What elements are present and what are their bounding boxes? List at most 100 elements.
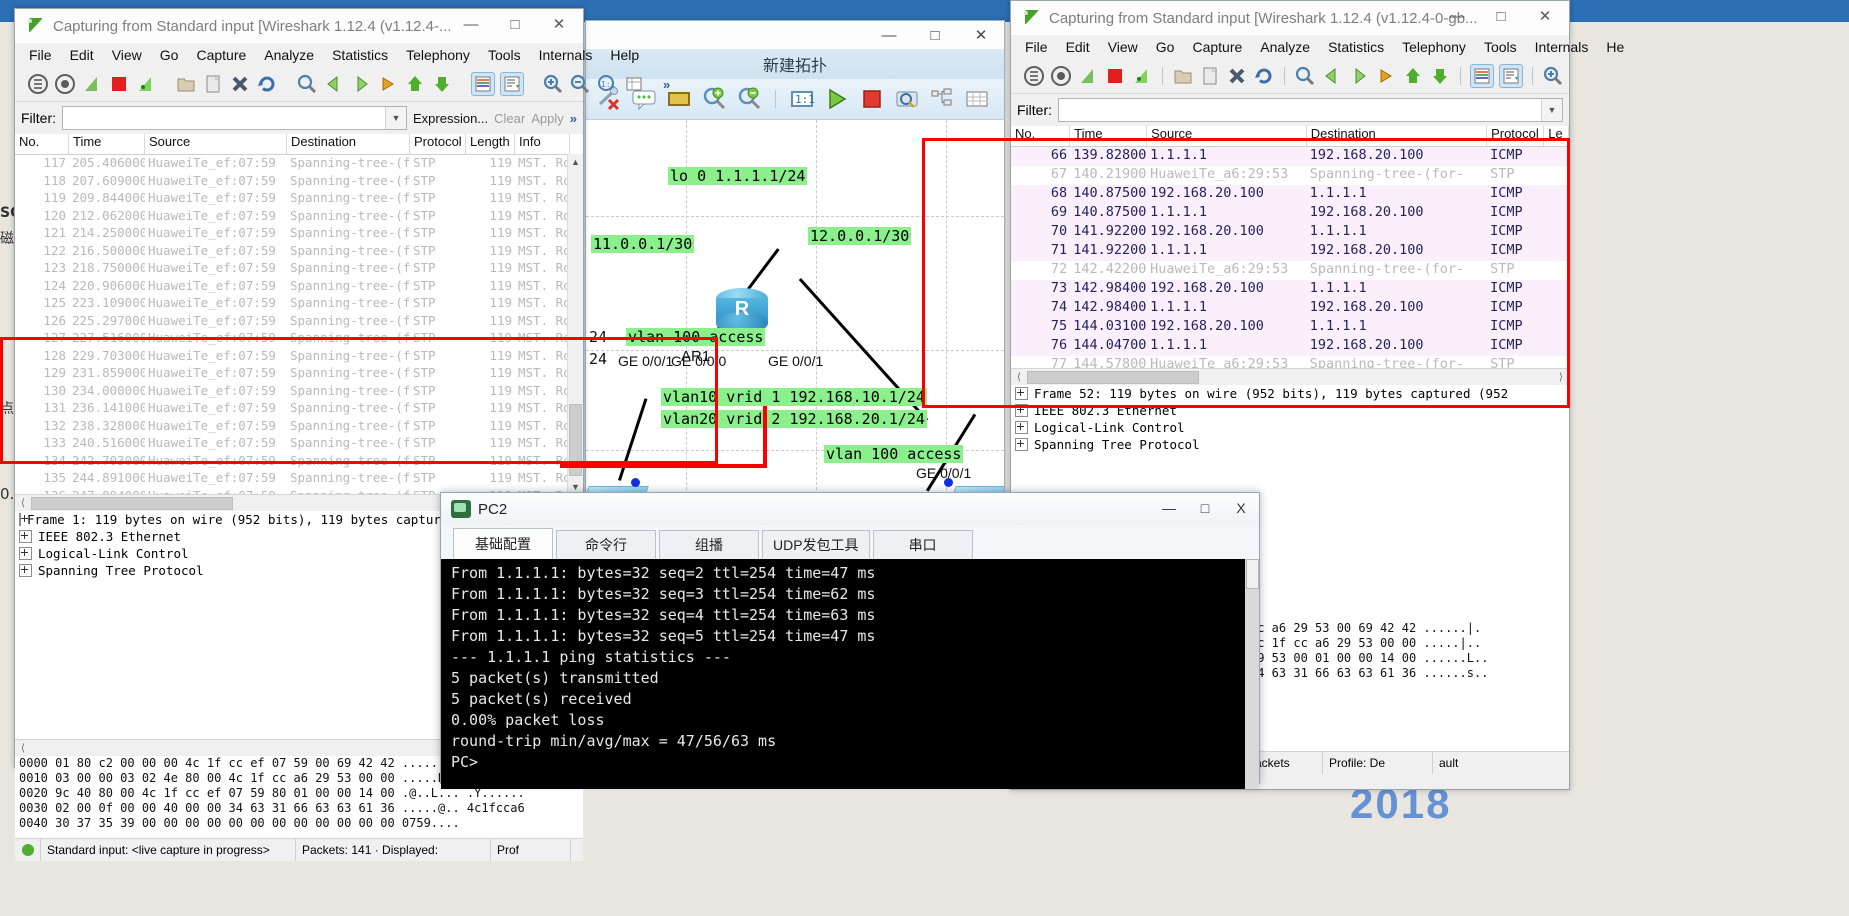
scroll-left-icon[interactable]: ⟨	[15, 498, 31, 509]
column-destination[interactable]: Destination	[1307, 126, 1488, 146]
terminal-scroll-thumb[interactable]	[1246, 559, 1259, 589]
packet-list-left[interactable]: No. Time Source Destination Protocol Len…	[15, 134, 583, 494]
expand-icon[interactable]	[1015, 421, 1028, 434]
table-row[interactable]: 124 220.906000 HuaweiTe_ef:07:59 Spanning-t…	[15, 277, 583, 295]
table-row[interactable]: 129 231.859000 HuaweiTe_ef:07:59 Spanning-t…	[15, 365, 583, 383]
minimize-button[interactable]: —	[449, 9, 493, 39]
stop-capture-icon[interactable]	[1050, 65, 1072, 87]
menu-edit[interactable]: Edit	[1066, 39, 1090, 55]
find-packet-icon[interactable]	[296, 73, 318, 95]
menu-statistics[interactable]: Statistics	[332, 47, 388, 63]
menu-internals[interactable]: Internals	[539, 47, 593, 63]
device-tree-icon[interactable]	[929, 86, 955, 112]
table-row[interactable]: 69 140.875000 1.1.1.1 192.168.20.100 ICMP	[1011, 204, 1569, 223]
auto-scroll-icon[interactable]	[1499, 64, 1523, 88]
tab-command-line[interactable]: 命令行	[556, 530, 656, 559]
go-to-packet-icon[interactable]	[1375, 65, 1397, 87]
ensp-maximize-button[interactable]: □	[912, 22, 958, 48]
save-file-icon[interactable]	[1199, 65, 1221, 87]
colorize-icon[interactable]	[1470, 64, 1494, 88]
menu-analyze[interactable]: Analyze	[264, 47, 314, 63]
apply-button[interactable]: Apply	[531, 111, 564, 126]
table-row[interactable]: 120 212.062000 HuaweiTe_ef:07:59 Spanning-t…	[15, 207, 583, 225]
wireshark-right-menubar[interactable]: File Edit View Go Capture Analyze Statis…	[1011, 35, 1624, 59]
close-button[interactable]: ✕	[537, 9, 581, 39]
wireshark-left-filterbar[interactable]: Filter: ▼ Expression... Clear Apply »	[15, 102, 583, 134]
pc2-terminal[interactable]: From 1.1.1.1: bytes=32 seq=2 ttl=254 tim…	[441, 559, 1259, 789]
menu-capture[interactable]: Capture	[1192, 39, 1242, 55]
go-to-packet-icon[interactable]	[377, 73, 399, 95]
table-row[interactable]: 75 144.031000 192.168.20.100 1.1.1.1 ICMP	[1011, 318, 1569, 337]
stop-device-icon[interactable]	[859, 86, 885, 112]
hscroll-thumb[interactable]	[31, 496, 233, 510]
ensp-close-button[interactable]: ✕	[958, 22, 1004, 48]
column-length[interactable]: Le	[1544, 126, 1569, 146]
topology-canvas[interactable]: R ❊ ❊ lo 0 1.1.1.1/24 11.0.0.1/30 12.0.0…	[586, 120, 1004, 495]
save-file-icon[interactable]	[202, 73, 224, 95]
reload-icon[interactable]	[256, 73, 278, 95]
capture-status-icon[interactable]	[15, 839, 41, 861]
scroll-right-icon[interactable]: ⟩	[1553, 372, 1569, 383]
packet-list-right[interactable]: No. Time Source Destination Protocol Le …	[1011, 126, 1569, 368]
column-no[interactable]: No.	[15, 134, 69, 154]
packet-list-hscroll-right[interactable]: ⟨ ⟩	[1011, 368, 1569, 385]
minimize-button[interactable]: —	[1151, 493, 1187, 523]
expand-icon[interactable]	[1015, 404, 1028, 417]
auto-scroll-icon[interactable]	[500, 72, 524, 96]
tab-serial[interactable]: 串口	[872, 530, 973, 559]
go-forward-icon[interactable]	[1348, 65, 1370, 87]
tab-basic-config[interactable]: 基础配置	[453, 528, 553, 559]
chevron-down-icon[interactable]: ▼	[1541, 99, 1562, 121]
table-row[interactable]: 71 141.922000 1.1.1.1 192.168.20.100 ICMP	[1011, 242, 1569, 261]
menu-help[interactable]: Help	[610, 47, 639, 63]
stop-capture-icon[interactable]	[54, 73, 76, 95]
table-row[interactable]: 122 216.500000 HuaweiTe_ef:07:59 Spanning-t…	[15, 242, 583, 260]
detail-llc[interactable]: Logical-Link Control	[1011, 419, 1569, 436]
menu-view[interactable]: View	[1108, 39, 1138, 55]
ensp-minimize-button[interactable]: —	[866, 22, 912, 48]
start-capture-icon[interactable]	[27, 73, 49, 95]
wireshark-left-titlebar[interactable]: Capturing from Standard input [Wireshark…	[15, 9, 583, 43]
expand-icon[interactable]	[19, 513, 28, 526]
table-row[interactable]: 131 236.141000 HuaweiTe_ef:07:59 Spanning-t…	[15, 400, 583, 418]
expand-icon[interactable]	[1015, 438, 1028, 451]
go-back-icon[interactable]	[1321, 65, 1343, 87]
packet-list-header[interactable]: No. Time Source Destination Protocol Len…	[15, 134, 583, 155]
wireshark-left-toolbar[interactable]: 1:1 »	[15, 67, 670, 102]
table-row[interactable]: 128 229.703000 HuaweiTe_ef:07:59 Spanning-t…	[15, 347, 583, 365]
resize-columns-icon[interactable]	[623, 73, 645, 95]
table-row[interactable]: 72 142.422000 HuaweiTe_a6:29:53 Spanning-tr…	[1011, 261, 1569, 280]
capture-packet-icon[interactable]	[894, 86, 920, 112]
packet-list-rows-right[interactable]: 66 139.828000 1.1.1.1 192.168.20.100 ICMP 67 1…	[1011, 147, 1569, 368]
open-file-icon[interactable]	[1172, 65, 1194, 87]
zoom-in-icon[interactable]	[701, 86, 727, 112]
stop-icon[interactable]	[108, 73, 130, 95]
grid-icon[interactable]	[964, 86, 990, 112]
minimize-button[interactable]: —	[1435, 1, 1479, 31]
filter-input-wrapper[interactable]: ▼	[62, 106, 407, 130]
hscroll-thumb[interactable]	[1027, 370, 1199, 384]
filter-input[interactable]	[63, 107, 385, 129]
table-row[interactable]: 117 205.406000 HuaweiTe_ef:07:59 Spanning-t…	[15, 155, 583, 173]
column-no[interactable]: No.	[1011, 126, 1071, 146]
close-file-icon[interactable]	[229, 73, 251, 95]
ensp-topology-window[interactable]: — □ ✕ 新建拓扑 1:1 R lo 0 1.1.1.1/24 11.0.0.…	[585, 20, 1005, 495]
table-row[interactable]: 123 218.750000 HuaweiTe_ef:07:59 Spanning-t…	[15, 260, 583, 278]
expand-icon[interactable]	[19, 564, 32, 577]
maximize-button[interactable]: □	[1479, 1, 1523, 31]
wireshark-right-filterbar[interactable]: Filter: ▼	[1011, 94, 1569, 126]
menu-go[interactable]: Go	[1156, 39, 1175, 55]
packet-list-header[interactable]: No. Time Source Destination Protocol Le	[1011, 126, 1569, 147]
go-last-packet-icon[interactable]	[431, 73, 453, 95]
restart-capture-icon[interactable]	[81, 73, 103, 95]
toolbar-overflow-icon[interactable]: »	[663, 77, 670, 92]
menu-help[interactable]: He	[1606, 39, 1624, 55]
restart-capture-icon[interactable]	[1077, 65, 1099, 87]
expand-icon[interactable]	[19, 547, 32, 560]
table-row[interactable]: 133 240.516000 HuaweiTe_ef:07:59 Spanning-t…	[15, 435, 583, 453]
table-row[interactable]: 67 140.219000 HuaweiTe_a6:29:53 Spanning-tr…	[1011, 166, 1569, 185]
table-row[interactable]: 70 141.922000 192.168.20.100 1.1.1.1 ICMP	[1011, 223, 1569, 242]
wireshark-left-menubar[interactable]: File Edit View Go Capture Analyze Statis…	[15, 43, 639, 67]
go-first-packet-icon[interactable]	[1402, 65, 1424, 87]
zoom-reset-icon[interactable]: 1:1	[596, 73, 618, 95]
